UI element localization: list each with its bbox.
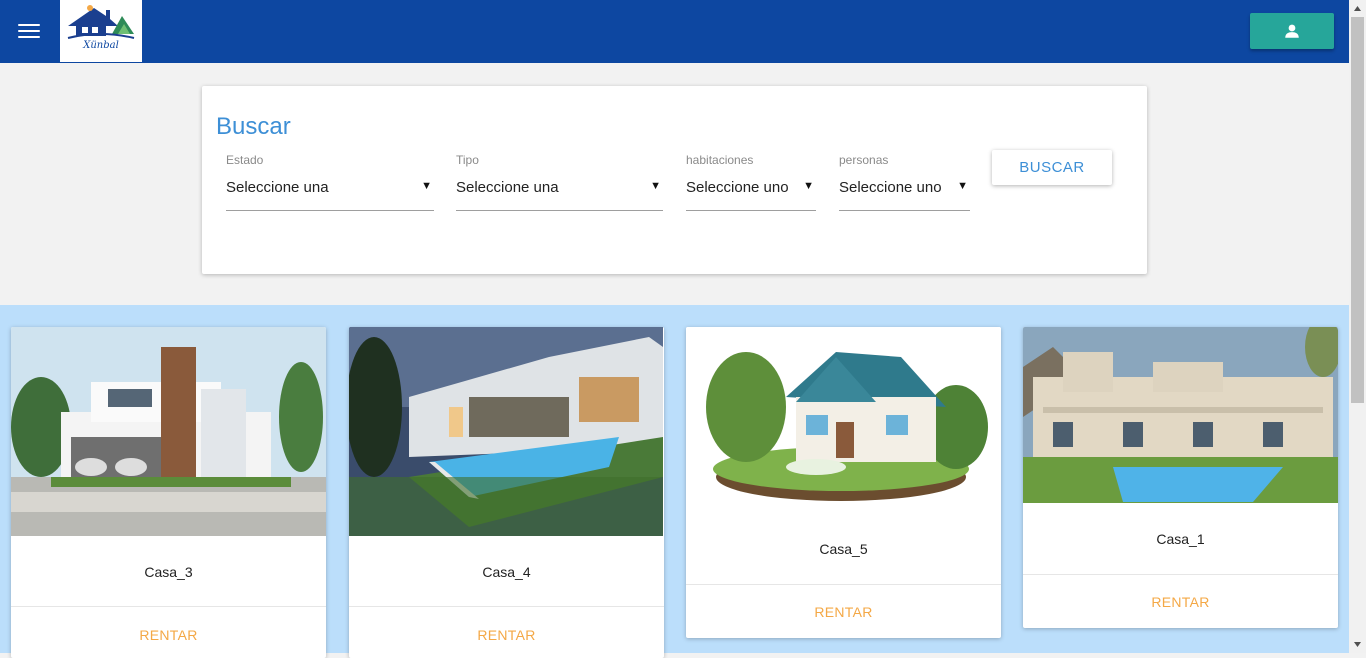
habitaciones-select[interactable]: habitaciones Seleccione uno ▼ bbox=[686, 152, 816, 211]
card-divider bbox=[11, 606, 326, 607]
habitaciones-value: Seleccione uno bbox=[686, 179, 789, 196]
listings-area: Casa_3 RENTAR Casa_4 RENTAR Casa_5 RENTA… bbox=[0, 305, 1349, 658]
estado-select[interactable]: Estado Seleccione una ▼ bbox=[226, 152, 434, 211]
dropdown-arrow-icon: ▼ bbox=[957, 180, 968, 192]
app-header: Xünbal bbox=[0, 0, 1349, 63]
listing-card: Casa_5 RENTAR bbox=[686, 327, 1001, 638]
search-button[interactable]: BUSCAR bbox=[992, 150, 1112, 185]
listing-title: Casa_4 bbox=[482, 564, 531, 580]
listing-image[interactable] bbox=[686, 327, 1001, 513]
estado-value: Seleccione una bbox=[226, 179, 329, 196]
card-divider bbox=[349, 606, 664, 607]
listing-image[interactable] bbox=[1023, 327, 1338, 503]
rent-button[interactable]: RENTAR bbox=[686, 604, 1001, 620]
estado-label: Estado bbox=[226, 153, 264, 167]
personas-select[interactable]: personas Seleccione uno ▼ bbox=[839, 152, 970, 211]
listing-card: Casa_4 RENTAR bbox=[349, 327, 664, 658]
rent-button[interactable]: RENTAR bbox=[1023, 594, 1338, 610]
house-logo-icon bbox=[67, 5, 135, 39]
card-divider bbox=[1023, 574, 1338, 575]
rent-button[interactable]: RENTAR bbox=[11, 627, 326, 643]
page-scrollbar[interactable] bbox=[1349, 0, 1366, 653]
card-divider bbox=[686, 584, 1001, 585]
logo[interactable]: Xünbal bbox=[60, 0, 142, 62]
scroll-up-icon[interactable] bbox=[1349, 0, 1366, 17]
dropdown-arrow-icon: ▼ bbox=[650, 180, 661, 192]
tipo-label: Tipo bbox=[456, 153, 479, 167]
search-title: Buscar bbox=[216, 113, 291, 140]
listing-title: Casa_3 bbox=[144, 564, 193, 580]
tipo-select[interactable]: Tipo Seleccione una ▼ bbox=[456, 152, 663, 211]
dropdown-arrow-icon: ▼ bbox=[421, 180, 432, 192]
dropdown-arrow-icon: ▼ bbox=[803, 180, 814, 192]
personas-label: personas bbox=[839, 153, 889, 167]
search-panel: Buscar Estado Seleccione una ▼ Tipo Sele… bbox=[202, 86, 1147, 274]
listing-image[interactable] bbox=[349, 327, 664, 536]
listing-card: Casa_3 RENTAR bbox=[11, 327, 326, 658]
tipo-value: Seleccione una bbox=[456, 179, 559, 196]
listing-card: Casa_1 RENTAR bbox=[1023, 327, 1338, 628]
listing-image[interactable] bbox=[11, 327, 326, 536]
user-account-button[interactable] bbox=[1250, 13, 1334, 49]
habitaciones-label: habitaciones bbox=[686, 153, 754, 167]
rent-button[interactable]: RENTAR bbox=[349, 627, 664, 643]
personas-value: Seleccione uno bbox=[839, 179, 942, 196]
listing-title: Casa_5 bbox=[819, 541, 868, 557]
menu-icon[interactable] bbox=[18, 20, 40, 42]
scroll-down-icon[interactable] bbox=[1349, 636, 1366, 653]
scrollbar-thumb[interactable] bbox=[1351, 17, 1364, 403]
logo-text: Xünbal bbox=[83, 40, 119, 51]
person-icon bbox=[1285, 24, 1299, 38]
listing-title: Casa_1 bbox=[1156, 531, 1205, 547]
